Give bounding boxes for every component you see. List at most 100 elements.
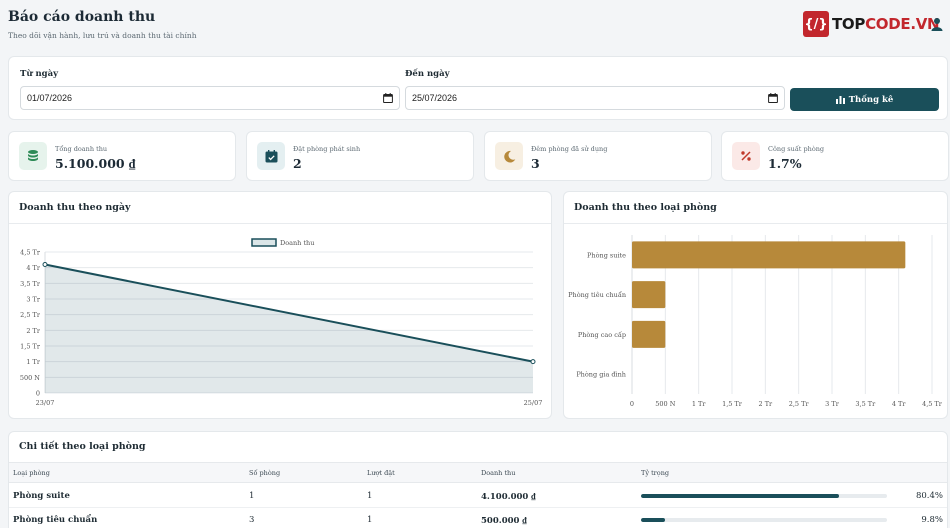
- calendar-icon[interactable]: [383, 93, 393, 103]
- calendar-icon[interactable]: [768, 93, 778, 103]
- x-tick-label: 4,5 Tr: [922, 400, 943, 408]
- moon-icon: [503, 150, 515, 163]
- table-row[interactable]: Phòng tiêu chuẩn 3 1 500.000 ₫ 9.8%: [9, 508, 947, 528]
- filter-card: Từ ngày 01/07/2026 Đến ngày 25/07/2026 T…: [8, 56, 948, 120]
- kpi-value: 2: [293, 156, 302, 171]
- from-date-label: Từ ngày: [20, 69, 59, 79]
- cell-rooms: 3: [249, 515, 255, 525]
- revenue-by-room-type-chart: 0 500 N 1 Tr 1,5 Tr 2 Tr 2,5 Tr 3 Tr 3,5 Tr 4 Tr…: [568, 235, 943, 408]
- x-tick-label: 500 N: [655, 400, 675, 408]
- y-tick-label: 3 Tr: [26, 296, 41, 304]
- cell-share: 80.4%: [915, 491, 943, 501]
- brand-mark-icon: {/}: [803, 11, 829, 37]
- kpi-label: Công suất phòng: [768, 145, 825, 153]
- kpi-card-total-revenue: Tổng doanh thu 5.100.000 ₫: [8, 131, 236, 181]
- y-tick-label: 500 N: [20, 374, 40, 382]
- column-header: Lượt đặt: [367, 469, 395, 477]
- kpi-label: Đặt phòng phát sinh: [293, 145, 361, 153]
- kpi-value: 3: [531, 156, 540, 171]
- kpi-value: 5.100.000 ₫: [55, 156, 136, 171]
- share-bar: [641, 494, 887, 498]
- column-header: Loại phòng: [13, 469, 50, 477]
- cell-revenue: 500.000 ₫: [481, 516, 527, 526]
- y-tick-label: 1,5 Tr: [20, 343, 41, 351]
- x-tick-label: 3,5 Tr: [855, 400, 876, 408]
- y-tick-label: Phòng gia đình: [576, 371, 626, 379]
- y-tick-label: Phòng suite: [587, 251, 626, 259]
- kpi-label: Đêm phòng đã sử dụng: [531, 145, 608, 153]
- y-tick-label: 4 Tr: [26, 264, 41, 272]
- kpi-icon-box: [19, 142, 47, 170]
- table-title: Chi tiết theo loại phòng: [19, 441, 146, 452]
- to-date-label: Đến ngày: [405, 69, 450, 79]
- x-tick-label: 1 Tr: [692, 400, 707, 408]
- brand-name-part1: TOP: [832, 15, 866, 33]
- brand-logo[interactable]: {/} TOPCODE.VN: [803, 11, 940, 37]
- to-date-input[interactable]: 25/07/2026: [405, 86, 785, 110]
- from-date-value: 01/07/2026: [27, 93, 73, 103]
- coins-icon: [28, 150, 38, 161]
- calendar-check-icon: [265, 149, 277, 162]
- statistics-button[interactable]: Thống kê: [790, 88, 939, 111]
- y-tick-label: 1 Tr: [26, 358, 41, 366]
- legend-label: Doanh thu: [280, 239, 314, 247]
- cell-bookings: 1: [367, 491, 373, 501]
- share-bar: [641, 518, 887, 522]
- percent-icon: [741, 151, 751, 161]
- page-header: Báo cáo doanh thu Theo dõi vận hành, lưu…: [0, 0, 950, 52]
- cell-room-type: Phòng tiêu chuẩn: [13, 515, 98, 525]
- y-tick-label: 4,5 Tr: [20, 249, 41, 257]
- y-tick-label: 0: [36, 390, 40, 398]
- bar: [632, 281, 666, 309]
- page-title: Báo cáo doanh thu: [8, 9, 156, 25]
- x-tick-label: 23/07: [36, 399, 55, 407]
- x-tick-label: 2 Tr: [759, 400, 774, 408]
- column-header: Số phòng: [249, 469, 281, 477]
- y-tick-label: Phòng cao cấp: [578, 330, 626, 339]
- from-date-input[interactable]: 01/07/2026: [20, 86, 400, 110]
- y-tick-label: 3,5 Tr: [20, 280, 41, 288]
- x-tick-label: 0: [630, 400, 634, 408]
- to-date-value: 25/07/2026: [412, 93, 458, 103]
- cell-share: 9.8%: [921, 515, 943, 525]
- kpi-icon-box: [495, 142, 523, 170]
- data-point: [530, 359, 536, 365]
- kpi-icon-box: [732, 142, 760, 170]
- bar: [632, 241, 906, 269]
- x-tick-label: 25/07: [524, 399, 543, 407]
- kpi-card-room-nights: Đêm phòng đã sử dụng 3: [484, 131, 712, 181]
- room-type-detail-table: Chi tiết theo loại phòng Loại phòng Số p…: [8, 431, 948, 528]
- page-subtitle: Theo dõi vận hành, lưu trú và doanh thu …: [8, 31, 197, 40]
- column-header: Tỷ trọng: [641, 469, 670, 477]
- y-tick-label: 2 Tr: [26, 327, 41, 335]
- bar: [632, 320, 666, 348]
- brand-name-part2: CODE.VN: [865, 15, 940, 33]
- kpi-label: Tổng doanh thu: [55, 145, 108, 153]
- x-tick-label: 3 Tr: [825, 400, 840, 408]
- kpi-icon-box: [257, 142, 285, 170]
- user-icon[interactable]: [931, 17, 943, 31]
- bar-chart-icon: [835, 95, 845, 104]
- share-bar-fill: [641, 518, 666, 522]
- revenue-by-day-panel: Doanh thu theo ngày 0 500 N1 Tr 1,5 Tr 2 Tr…: [8, 191, 552, 419]
- share-bar-fill: [641, 494, 839, 498]
- statistics-button-label: Thống kê: [848, 94, 894, 105]
- kpi-card-occupancy: Công suất phòng 1.7%: [721, 131, 949, 181]
- revenue-by-day-chart: 0 500 N 1 Tr 1,5 Tr 2 Tr 2,5 Tr 3 Tr 3,5 Tr 4 Tr…: [20, 238, 543, 407]
- kpi-card-bookings: Đặt phòng phát sinh 2: [246, 131, 474, 181]
- x-tick-label: 2,5 Tr: [789, 400, 810, 408]
- cell-bookings: 1: [367, 515, 373, 525]
- kpi-value: 1.7%: [768, 156, 802, 171]
- cell-room-type: Phòng suite: [13, 491, 70, 501]
- brand-name: TOPCODE.VN: [832, 15, 940, 33]
- cell-rooms: 1: [249, 491, 255, 501]
- y-tick-label: Phòng tiêu chuẩn: [568, 290, 626, 299]
- revenue-by-room-type-panel: Doanh thu theo loại phòng 0 500 N1 Tr 1,5 …: [563, 191, 948, 419]
- x-tick-label: 4 Tr: [892, 400, 907, 408]
- y-tick-label: 2,5 Tr: [20, 311, 41, 319]
- legend-swatch: [251, 238, 277, 247]
- data-point: [42, 262, 48, 268]
- table-header: Loại phòng Số phòng Lượt đặt Doanh thu T…: [9, 462, 947, 483]
- table-row[interactable]: Phòng suite 1 1 4.100.000 ₫ 80.4%: [9, 484, 947, 508]
- cell-revenue: 4.100.000 ₫: [481, 492, 536, 502]
